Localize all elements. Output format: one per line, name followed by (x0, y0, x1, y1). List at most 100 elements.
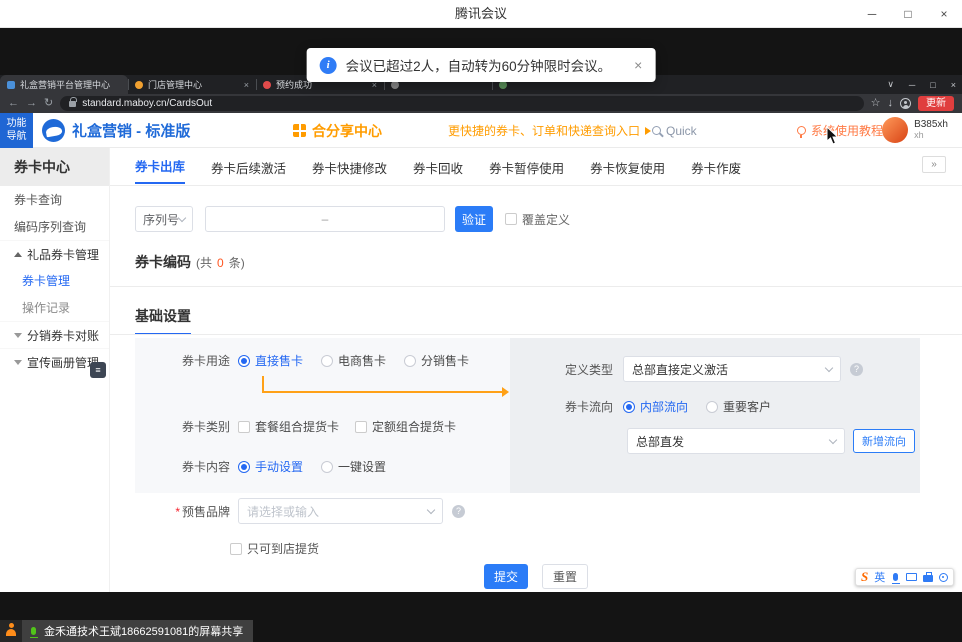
flow-row: 券卡流向 内部流向 重要客户 (565, 398, 789, 415)
tab-close-icon[interactable]: × (244, 80, 249, 90)
ime-keyboard-icon[interactable] (906, 573, 917, 581)
tab-card-recycle[interactable]: 券卡回收 (413, 158, 463, 184)
define-type-select[interactable]: 总部直接定义激活 (623, 356, 841, 382)
share-center-link[interactable]: 合分享中心 (293, 113, 382, 148)
sidebar-item-operation-log[interactable]: 操作记录 (0, 294, 109, 321)
panel-collapse-button[interactable]: » (922, 156, 946, 173)
chevron-down-icon (829, 435, 837, 443)
serial-range-input[interactable]: – (205, 206, 445, 232)
url-text: standard.maboy.cn/CardsOut (82, 98, 212, 109)
info-icon[interactable]: ? (850, 363, 863, 376)
checkbox-icon[interactable] (238, 421, 250, 433)
checkbox-icon[interactable] (505, 213, 517, 225)
override-checkbox[interactable]: 覆盖定义 (505, 211, 570, 228)
checkbox-combo-pickup-card[interactable]: 套餐组合提货卡 (238, 418, 339, 435)
toast-close-icon[interactable]: × (634, 57, 642, 73)
ime-language-toggle[interactable]: 英 (874, 569, 885, 585)
browser-profile-icon[interactable] (900, 98, 911, 109)
basic-settings-tab[interactable]: 基础设置 (135, 306, 191, 335)
submit-button[interactable]: 提交 (484, 564, 528, 589)
tab-card-followup-activate[interactable]: 券卡后续激活 (211, 158, 286, 184)
mic-icon (31, 627, 36, 635)
browser-tab-1[interactable]: 礼盒营销平台管理中心 (0, 75, 128, 94)
maximize-button[interactable]: □ (890, 0, 926, 28)
quick-entry-link[interactable]: 更快捷的券卡、订单和快递查询入口 (448, 113, 651, 148)
browser-update-button[interactable]: 更新 (918, 96, 954, 111)
tab-favicon (263, 81, 271, 89)
user-block[interactable]: B385xh xh (882, 117, 948, 143)
download-icon[interactable]: ↓ (888, 98, 894, 109)
share-presenter-icon[interactable] (0, 620, 22, 642)
radio-ecommerce-sale[interactable]: 电商售卡 (321, 352, 386, 369)
radio-manual-setup[interactable]: 手动设置 (238, 458, 303, 475)
radio-one-click-setup[interactable]: 一键设置 (321, 458, 386, 475)
flow-select-row: 总部直发 新增流向 (627, 428, 915, 454)
ime-toolbar[interactable]: S 英 (855, 568, 954, 586)
tab-card-suspend[interactable]: 券卡暂停使用 (489, 158, 564, 184)
minimize-button[interactable]: ─ (854, 0, 890, 28)
reload-icon[interactable]: ↻ (44, 98, 53, 109)
address-bar[interactable]: standard.maboy.cn/CardsOut (60, 96, 863, 111)
back-icon[interactable]: ← (8, 98, 19, 109)
brand: 礼盒营销 - 标准版 (42, 113, 190, 148)
define-type-row: 定义类型 总部直接定义激活 ? (565, 356, 863, 382)
ime-mic-icon[interactable] (893, 573, 898, 581)
presale-brand-select[interactable]: 请选择或输入 (238, 498, 443, 524)
sidebar-item-card-query[interactable]: 券卡查询 (0, 186, 109, 213)
verify-button[interactable]: 验证 (455, 206, 493, 232)
sidebar-group-distribution-reconcile[interactable]: 分销券卡对账 (0, 321, 109, 348)
store-pickup-checkbox[interactable]: 只可到店提货 (230, 540, 319, 557)
serial-row: 序列号 – 验证 覆盖定义 (135, 206, 570, 232)
checkbox-icon[interactable] (230, 543, 242, 555)
tabs-divider (110, 185, 962, 186)
quick-search[interactable]: Quick (652, 113, 697, 148)
sidebar-group-gift-card-mgmt[interactable]: 礼品券卡管理 (0, 240, 109, 267)
share-status-text: 金禾通技术王斌18662591081的屏幕共享 (44, 623, 243, 639)
meeting-toast: i 会议已超过2人，自动转为60分钟限时会议。 × (307, 48, 656, 82)
reset-button[interactable]: 重置 (542, 564, 588, 589)
serial-type-select[interactable]: 序列号 (135, 206, 193, 232)
lock-icon (69, 101, 76, 107)
flow-arrow-head (502, 387, 509, 397)
brand-name: 礼盒营销 - 标准版 (72, 120, 190, 141)
ime-toolbox-icon[interactable] (923, 575, 933, 582)
browser-minimize-button[interactable]: ─ (909, 80, 915, 90)
ime-sogou-icon[interactable]: S (861, 569, 868, 585)
radio-internal-flow[interactable]: 内部流向 (623, 398, 688, 415)
sidebar-item-code-sequence-query[interactable]: 编码序列查询 (0, 213, 109, 240)
sidebar-item-card-mgmt[interactable]: 券卡管理 (0, 267, 109, 294)
page-header: 功能 导航 礼盒营销 - 标准版 合分享中心 更快捷的券卡、订单和快递查询入口 (0, 113, 962, 148)
chevron-down-icon (427, 505, 435, 513)
forward-icon[interactable]: → (26, 98, 37, 109)
brand-logo-icon (42, 119, 65, 142)
browser-close-button[interactable]: × (951, 80, 956, 90)
tab-card-void[interactable]: 券卡作废 (691, 158, 741, 184)
browser-maximize-button[interactable]: □ (930, 80, 935, 90)
ime-settings-icon[interactable] (939, 573, 948, 582)
radio-distribution-sale[interactable]: 分销售卡 (404, 352, 469, 369)
sidebar-collapse-icon[interactable]: ≡ (90, 362, 106, 378)
tab-card-resume[interactable]: 券卡恢复使用 (590, 158, 665, 184)
checkbox-icon[interactable] (355, 421, 367, 433)
checkbox-fixed-combo-pickup-card[interactable]: 定额组合提货卡 (355, 418, 456, 435)
function-nav-toggle[interactable]: 功能 导航 (0, 113, 33, 148)
close-button[interactable]: × (926, 0, 962, 28)
toast-message: 会议已超过2人，自动转为60分钟限时会议。 (346, 55, 612, 75)
tab-search-dropdown-icon[interactable]: ∨ (887, 79, 894, 90)
flow-arrow (262, 391, 504, 393)
flow-select[interactable]: 总部直发 (627, 428, 845, 454)
radio-direct-sale[interactable]: 直接售卡 (238, 352, 303, 369)
tutorial-link[interactable]: 系统使用教程 (797, 113, 883, 148)
meeting-titlebar: 腾讯会议 ─ □ × (0, 0, 962, 28)
radio-icon (321, 355, 333, 367)
info-icon[interactable]: ? (452, 505, 465, 518)
bookmark-star-icon[interactable]: ☆ (871, 98, 881, 109)
tab-card-outbound[interactable]: 券卡出库 (135, 156, 185, 184)
tab-card-quick-edit[interactable]: 券卡快捷修改 (312, 158, 387, 184)
radio-icon (321, 461, 333, 473)
category-row: 券卡类别 套餐组合提货卡 定额组合提货卡 (135, 418, 472, 435)
username: B385xh (914, 119, 948, 130)
radio-important-customer[interactable]: 重要客户 (706, 398, 771, 415)
browser-tab-2[interactable]: 门店管理中心 × (128, 75, 256, 94)
add-flow-button[interactable]: 新增流向 (853, 429, 915, 453)
